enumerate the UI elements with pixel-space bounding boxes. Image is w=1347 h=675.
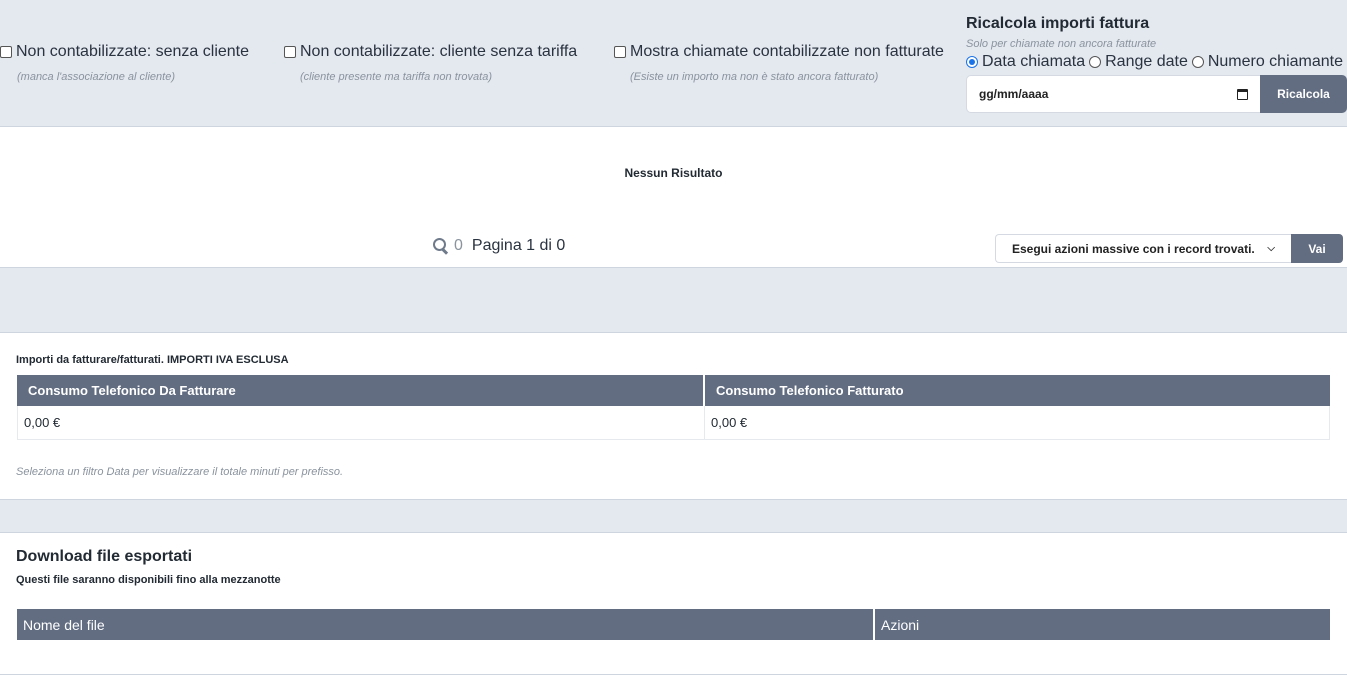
pager: 0 Pagina 1 di 0 [433,237,565,255]
radio-data-chiamata-label[interactable]: Data chiamata [982,53,1085,71]
col-file-name: Nome del file [17,609,875,640]
radio-numero-chiamante-label[interactable]: Numero chiamante [1208,53,1343,71]
filter-no-rate: Non contabilizzate: cliente senza tariff… [284,43,577,83]
filter-uninvoiced: Mostra chiamate contabilizzate non fattu… [614,43,944,83]
no-client-hint: (manca l'associazione al cliente) [17,71,176,83]
recalc-subtitle: Solo per chiamate non ancora fatturate [966,38,1157,50]
mass-action-group: Esegui azioni massive con i record trova… [995,234,1343,263]
recalc-title: Ricalcola importi fattura [966,15,1150,32]
chevron-down-icon: ⌵ [1267,243,1275,254]
value-da-fatturare: 0,00 € [17,406,705,439]
mass-action-label: Esegui azioni massive con i record trova… [1012,241,1255,256]
col-actions: Azioni [875,609,1330,640]
divider-band [0,500,1347,533]
ricalcola-button[interactable]: Ricalcola [1260,75,1347,113]
divider-band [0,268,1347,333]
no-rate-label[interactable]: Non contabilizzate: cliente senza tariff… [300,43,577,61]
downloads-title: Download file esportati [16,548,193,565]
col-da-fatturare: Consumo Telefonico Da Fatturare [17,375,705,406]
date-placeholder: gg/mm/aaaa [979,87,1049,101]
amounts-section: Importi da fatturare/fatturati. IMPORTI … [0,333,1347,500]
calendar-icon[interactable] [1237,88,1248,100]
table-row: 0,00 € 0,00 € [17,406,1330,440]
downloads-section: Download file esportati Questi file sara… [0,533,1347,675]
radio-data-chiamata[interactable] [966,56,978,68]
no-rate-hint: (cliente presente ma tariffa non trovata… [300,71,492,83]
uninvoiced-label[interactable]: Mostra chiamate contabilizzate non fattu… [630,43,944,61]
date-input[interactable]: gg/mm/aaaa [966,75,1260,113]
uninvoiced-checkbox[interactable] [614,46,626,58]
page-indicator: Pagina 1 di 0 [471,237,566,254]
value-fatturato: 0,00 € [705,406,1330,439]
amounts-table-header: Consumo Telefonico Da Fatturare Consumo … [17,375,1330,406]
amounts-title: Importi da fatturare/fatturati. IMPORTI … [16,354,289,366]
recalc-mode-radios: Data chiamata Range date Numero chiamant… [966,53,1347,71]
uninvoiced-hint: (Esiste un importo ma non è stato ancora… [630,71,879,83]
no-client-checkbox[interactable] [0,46,12,58]
vai-button[interactable]: Vai [1291,234,1343,263]
radio-numero-chiamante[interactable] [1191,56,1204,68]
recalc-panel: Ricalcola importi fattura Solo per chiam… [966,15,1347,113]
recalc-date-row: gg/mm/aaaa Ricalcola [966,75,1347,113]
empty-results-message: Nessun Risultato [624,166,723,180]
results-section: Nessun Risultato 0 Pagina 1 di 0 Esegui … [0,127,1347,268]
files-table-header: Nome del file Azioni [17,609,1330,640]
no-rate-checkbox[interactable] [284,46,296,58]
no-client-label[interactable]: Non contabilizzate: senza cliente [16,43,249,61]
filter-no-client: Non contabilizzate: senza cliente (manca… [0,43,249,83]
radio-range-date-label[interactable]: Range date [1105,53,1188,71]
search-icon [433,238,449,254]
amounts-note: Seleziona un filtro Data per visualizzar… [16,466,344,478]
downloads-subtitle: Questi file saranno disponibili fino all… [16,574,281,586]
amounts-table: Consumo Telefonico Da Fatturare Consumo … [17,375,1330,440]
filter-bar: Non contabilizzate: senza cliente (manca… [0,0,1347,127]
radio-range-date[interactable] [1089,56,1102,68]
result-count: 0 [454,237,463,254]
col-fatturato: Consumo Telefonico Fatturato [705,375,1330,406]
mass-action-select[interactable]: Esegui azioni massive con i record trova… [995,234,1291,263]
